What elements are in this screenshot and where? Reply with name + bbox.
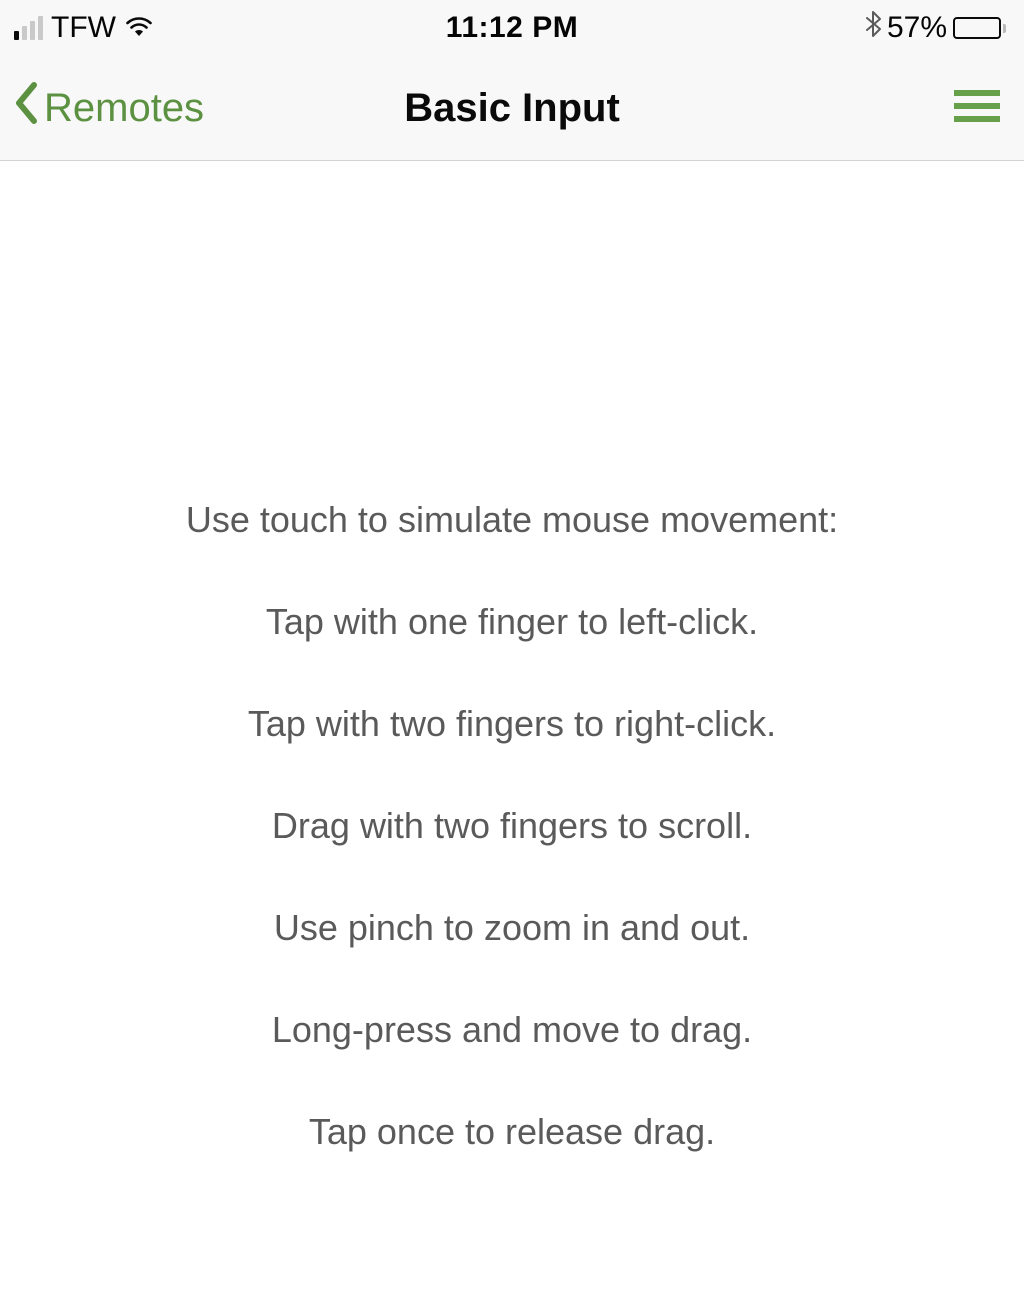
status-bar: TFW 11:12 PM 57% (0, 0, 1024, 56)
instructions-line: Use pinch to zoom in and out. (186, 905, 838, 950)
signal-icon (14, 16, 43, 40)
instructions-line: Tap with two fingers to right-click. (186, 701, 838, 746)
page-title: Basic Input (404, 86, 620, 131)
status-right: 57% (865, 11, 1006, 45)
instructions-line: Drag with two fingers to scroll. (186, 803, 838, 848)
back-button[interactable]: Remotes (12, 80, 204, 136)
wifi-icon (124, 11, 154, 45)
instructions-line: Tap once to release drag. (186, 1109, 838, 1154)
navigation-bar: Remotes Basic Input (0, 56, 1024, 161)
instructions-line: Long-press and move to drag. (186, 1007, 838, 1052)
menu-button[interactable] (954, 88, 1000, 129)
status-left: TFW (14, 11, 154, 45)
back-label: Remotes (44, 86, 204, 131)
instructions-text: Use touch to simulate mouse movement: Ta… (186, 497, 838, 1154)
menu-icon (954, 111, 1000, 128)
battery-icon (953, 17, 1006, 39)
chevron-left-icon (12, 80, 42, 136)
touchpad-area[interactable]: Use touch to simulate mouse movement: Ta… (0, 161, 1024, 1300)
content: Use touch to simulate mouse movement: Ta… (0, 161, 1024, 1300)
status-time: 11:12 PM (446, 11, 578, 45)
instructions-heading: Use touch to simulate mouse movement: (186, 497, 838, 542)
battery-pct: 57% (887, 11, 947, 45)
instructions-line: Tap with one finger to left-click. (186, 599, 838, 644)
bluetooth-icon (865, 11, 881, 45)
carrier-label: TFW (51, 11, 116, 45)
